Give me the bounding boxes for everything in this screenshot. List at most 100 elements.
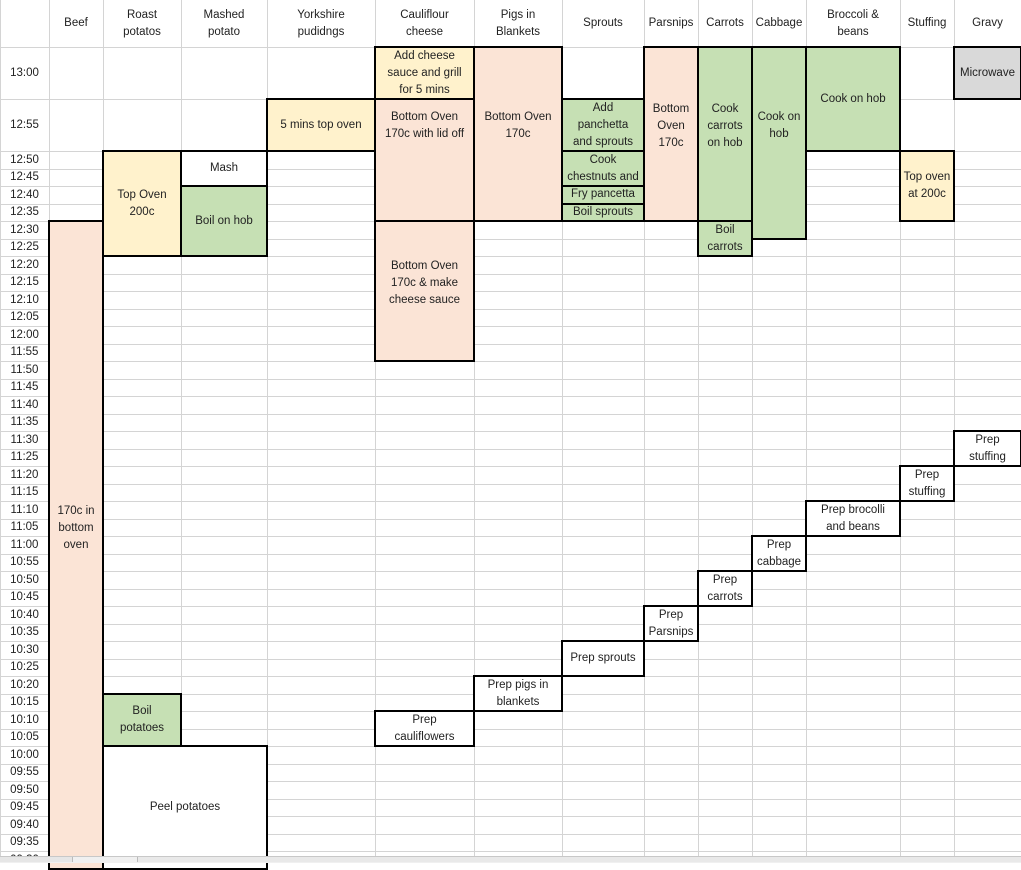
time-label[interactable]: 09:45 <box>0 799 49 817</box>
grid-row-line <box>0 589 1021 590</box>
task-label: Prep pigs in blankets <box>487 678 549 708</box>
task-block-parsnips[interactable]: Bottom Oven 170c <box>643 46 699 222</box>
column-header-sprouts[interactable]: Sprouts <box>562 0 644 47</box>
time-label[interactable]: 10:55 <box>0 554 49 572</box>
task-block-gravy[interactable]: Prep stuffing <box>953 430 1021 467</box>
task-block-cauli[interactable]: Bottom Oven 170c with lid off <box>374 98 475 222</box>
grid-row-line <box>0 344 1021 345</box>
sheet-tab-strip[interactable] <box>0 857 73 862</box>
time-label[interactable]: 12:50 <box>0 151 49 169</box>
time-label[interactable]: 12:25 <box>0 239 49 257</box>
task-block-cabbage[interactable]: Prep cabbage <box>751 535 807 572</box>
horizontal-scrollbar[interactable] <box>137 857 1021 862</box>
task-block-sprouts[interactable]: Add panchetta and sprouts <box>561 98 645 152</box>
time-label[interactable]: 09:50 <box>0 781 49 799</box>
task-block-cabbage[interactable]: Cook on hob <box>751 46 807 240</box>
column-header-carrots[interactable]: Carrots <box>698 0 752 47</box>
time-label[interactable]: 12:15 <box>0 274 49 292</box>
time-label[interactable]: 11:25 <box>0 449 49 467</box>
time-label[interactable]: 10:30 <box>0 641 49 659</box>
column-header-roast[interactable]: Roast potatos <box>103 0 181 47</box>
task-block-roast[interactable]: Boil potatoes <box>102 692 182 747</box>
grid-row-line <box>0 396 1021 397</box>
time-label[interactable]: 10:50 <box>0 571 49 589</box>
time-label[interactable]: 10:40 <box>0 606 49 624</box>
task-block-sprouts[interactable]: Cook chestnuts and <box>561 150 645 187</box>
task-label: Prep cabbage <box>756 538 802 568</box>
column-header-cauli[interactable]: Cauliflour cheese <box>375 0 474 47</box>
task-block-stuffing[interactable]: Top oven at 200c <box>899 150 955 222</box>
time-label[interactable]: 12:55 <box>0 99 49 151</box>
task-block-mashed[interactable]: Boil on hob <box>180 185 268 257</box>
task-block-stuffing[interactable]: Prep stuffing <box>899 465 955 502</box>
task-block-carrots[interactable]: Boil carrots <box>697 220 753 257</box>
grid-row-line <box>0 326 1021 327</box>
time-label[interactable]: 11:00 <box>0 536 49 554</box>
task-block-carrots[interactable]: Prep carrots <box>697 570 753 607</box>
column-header-yorkshire[interactable]: Yorkshire pudidngs <box>267 0 375 47</box>
task-label: Prep stuffing <box>908 468 946 498</box>
task-label: Prep carrots <box>707 573 743 603</box>
time-label[interactable]: 10:10 <box>0 711 49 729</box>
task-block-carrots[interactable]: Cook carrots on hob <box>697 46 753 222</box>
time-label[interactable]: 09:55 <box>0 764 49 782</box>
task-block-pigs[interactable]: Bottom Oven 170c <box>473 46 563 222</box>
time-label[interactable]: 11:15 <box>0 484 49 502</box>
time-label[interactable]: 12:00 <box>0 326 49 344</box>
task-block-beef[interactable]: 170c in bottom oven <box>48 220 104 870</box>
task-block-parsnips[interactable]: Prep Parsnips <box>643 605 699 642</box>
time-label[interactable]: 10:35 <box>0 624 49 642</box>
task-block-gravy[interactable]: Microwave <box>953 46 1021 100</box>
time-label[interactable]: 12:40 <box>0 186 49 204</box>
task-block-sprouts[interactable]: Prep sprouts <box>561 640 645 677</box>
time-label[interactable]: 09:40 <box>0 816 49 834</box>
task-block-yorkshire[interactable]: 5 mins top oven <box>266 98 376 152</box>
column-header-pigs[interactable]: Pigs in Blankets <box>474 0 562 47</box>
time-label[interactable]: 10:15 <box>0 694 49 712</box>
column-header-broccoli[interactable]: Broccoli & beans <box>806 0 900 47</box>
time-label[interactable]: 11:45 <box>0 379 49 397</box>
grid-row-line <box>0 414 1021 415</box>
column-header-beef[interactable]: Beef <box>49 0 103 47</box>
task-block-cauli[interactable]: Bottom Oven 170c & make cheese sauce <box>374 220 475 362</box>
task-label: Boil carrots <box>707 223 743 253</box>
task-block-broccoli[interactable]: Cook on hob <box>805 46 901 152</box>
task-block-pigs[interactable]: Prep pigs in blankets <box>473 675 563 712</box>
task-block-broccoli[interactable]: Prep brocolli and beans <box>805 500 901 537</box>
time-label[interactable]: 11:55 <box>0 344 49 362</box>
time-label[interactable]: 12:10 <box>0 291 49 309</box>
time-label[interactable]: 11:40 <box>0 396 49 414</box>
time-label[interactable]: 11:35 <box>0 414 49 432</box>
time-label[interactable]: 12:05 <box>0 309 49 327</box>
column-header-stuffing[interactable]: Stuffing <box>900 0 954 47</box>
time-label[interactable]: 10:45 <box>0 589 49 607</box>
time-label[interactable]: 10:20 <box>0 676 49 694</box>
grid-row-line <box>0 571 1021 572</box>
time-label[interactable]: 09:35 <box>0 834 49 852</box>
column-header-mashed[interactable]: Mashed potato <box>181 0 267 47</box>
time-label[interactable]: 11:10 <box>0 501 49 519</box>
time-label[interactable]: 13:00 <box>0 47 49 99</box>
task-label: Boil sprouts <box>572 205 634 218</box>
time-label[interactable]: 11:50 <box>0 361 49 379</box>
time-label[interactable]: 10:25 <box>0 659 49 677</box>
time-label[interactable]: 11:30 <box>0 431 49 449</box>
time-label[interactable]: 12:30 <box>0 221 49 239</box>
time-label[interactable]: 10:00 <box>0 746 49 764</box>
column-header-gravy[interactable]: Gravy <box>954 0 1021 47</box>
task-block-cauli[interactable]: Add cheese sauce and grill for 5 mins <box>374 46 475 100</box>
task-block-sprouts[interactable]: Boil sprouts <box>561 202 645 222</box>
column-header-cabbage[interactable]: Cabbage <box>752 0 806 47</box>
time-label[interactable]: 12:45 <box>0 169 49 187</box>
task-block-roast[interactable]: Top Oven 200c <box>102 150 182 257</box>
time-label[interactable]: 11:05 <box>0 519 49 537</box>
time-label[interactable]: 12:20 <box>0 256 49 274</box>
grid-row-line <box>0 431 1021 432</box>
task-block-mashed[interactable]: Mash <box>180 150 268 187</box>
task-block-roast[interactable]: Peel potatoes <box>102 745 268 870</box>
time-label[interactable]: 11:20 <box>0 466 49 484</box>
time-label[interactable]: 12:35 <box>0 204 49 222</box>
task-block-cauli[interactable]: Prep cauliflowers <box>374 710 475 747</box>
time-label[interactable]: 10:05 <box>0 729 49 747</box>
column-header-parsnips[interactable]: Parsnips <box>644 0 698 47</box>
